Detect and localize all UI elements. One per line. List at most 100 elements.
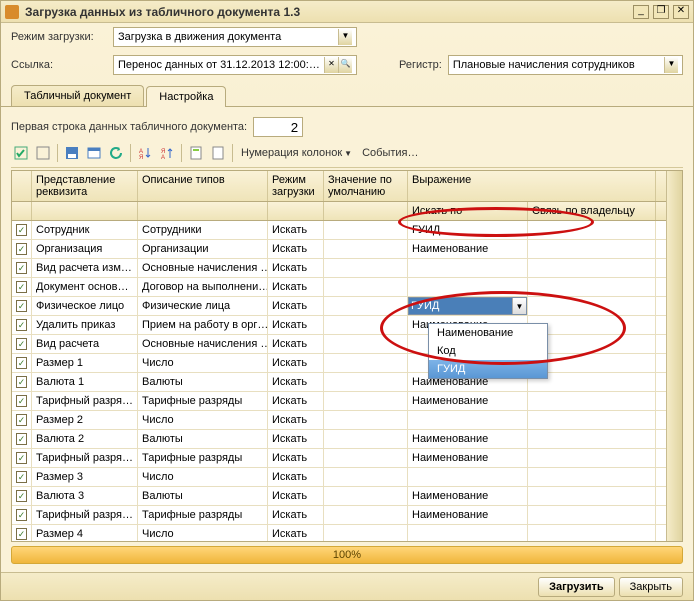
cell-types[interactable]: Тарифные разряды	[138, 392, 268, 410]
col-expr[interactable]: Выражение	[408, 171, 656, 201]
cell-repr[interactable]: Сотрудник	[32, 221, 138, 239]
cell-default[interactable]	[324, 278, 408, 296]
row-checkbox[interactable]: ✓	[12, 354, 32, 372]
column-numbering-dropdown[interactable]: Нумерация колонок▼	[237, 143, 356, 163]
mode-combo[interactable]: Загрузка в движения документа ▼	[113, 27, 357, 47]
cell-searchby[interactable]	[408, 525, 528, 541]
cell-mode[interactable]: Искать	[268, 316, 324, 334]
col-mode[interactable]: Режим загрузки	[268, 171, 324, 201]
cell-searchby[interactable]: Наименование	[408, 392, 528, 410]
col-types[interactable]: Описание типов	[138, 171, 268, 201]
cell-ownerlink[interactable]	[528, 449, 656, 467]
clear-icon[interactable]: ✕	[324, 57, 338, 73]
cell-ownerlink[interactable]	[528, 430, 656, 448]
cell-default[interactable]	[324, 316, 408, 334]
table-row[interactable]: ✓Тарифный разря…Тарифные разрядыИскатьНа…	[12, 392, 666, 411]
open-sheet-icon[interactable]	[84, 143, 104, 163]
cell-mode[interactable]: Искать	[268, 354, 324, 372]
cell-ownerlink[interactable]	[528, 240, 656, 258]
cell-searchby[interactable]	[408, 468, 528, 486]
firstrow-input[interactable]	[253, 117, 303, 137]
cell-mode[interactable]: Искать	[268, 373, 324, 391]
cell-mode[interactable]: Искать	[268, 468, 324, 486]
cell-types[interactable]: Договор на выполнени…	[138, 278, 268, 296]
table-row[interactable]: ✓Валюта 1ВалютыИскатьНаименование	[12, 373, 666, 392]
cell-mode[interactable]: Искать	[268, 335, 324, 353]
cell-ownerlink[interactable]	[528, 221, 656, 239]
cell-mode[interactable]: Искать	[268, 506, 324, 524]
cell-types[interactable]: Сотрудники	[138, 221, 268, 239]
cell-ownerlink[interactable]	[528, 259, 656, 277]
cell-searchby[interactable]: Наименование	[408, 487, 528, 505]
row-checkbox[interactable]: ✓	[12, 468, 32, 486]
cell-types[interactable]: Организации	[138, 240, 268, 258]
register-combo[interactable]: Плановые начисления сотрудников ▼	[448, 55, 683, 75]
tab-settings[interactable]: Настройка	[146, 86, 226, 107]
table-row[interactable]: ✓Валюта 3ВалютыИскатьНаименование	[12, 487, 666, 506]
cell-repr[interactable]: Тарифный разря…	[32, 392, 138, 410]
cell-default[interactable]	[324, 297, 408, 315]
table-row[interactable]: ✓Тарифный разря…Тарифные разрядыИскатьНа…	[12, 506, 666, 525]
cell-mode[interactable]: Искать	[268, 221, 324, 239]
cell-repr[interactable]: Размер 1	[32, 354, 138, 372]
cell-repr[interactable]: Вид расчета изм…	[32, 259, 138, 277]
cell-default[interactable]	[324, 430, 408, 448]
scrollbar-vertical[interactable]	[666, 171, 682, 541]
table-row[interactable]: ✓Удалить приказПрием на работу в орг…Иск…	[12, 316, 666, 335]
col-checkbox[interactable]	[12, 171, 32, 201]
cell-repr[interactable]: Документ основ…	[32, 278, 138, 296]
row-checkbox[interactable]: ✓	[12, 430, 32, 448]
table-row[interactable]: ✓Вид расчета изм…Основные начисления …Ис…	[12, 259, 666, 278]
cell-default[interactable]	[324, 411, 408, 429]
cell-types[interactable]: Тарифные разряды	[138, 506, 268, 524]
cell-mode[interactable]: Искать	[268, 297, 324, 315]
cell-searchby[interactable]: Наименование	[408, 240, 528, 258]
dropdown-option[interactable]: Код	[429, 342, 547, 360]
row-checkbox[interactable]: ✓	[12, 392, 32, 410]
cell-ownerlink[interactable]	[528, 468, 656, 486]
cell-repr[interactable]: Тарифный разря…	[32, 449, 138, 467]
uncheck-all-icon[interactable]	[33, 143, 53, 163]
cell-types[interactable]: Число	[138, 525, 268, 541]
cell-searchby[interactable]	[408, 411, 528, 429]
cell-default[interactable]	[324, 221, 408, 239]
dropdown-option[interactable]: Наименование	[429, 324, 547, 342]
cell-mode[interactable]: Искать	[268, 411, 324, 429]
sort-desc-icon[interactable]: ЯА	[157, 143, 177, 163]
cell-types[interactable]: Число	[138, 354, 268, 372]
row-checkbox[interactable]: ✓	[12, 411, 32, 429]
row-checkbox[interactable]: ✓	[12, 525, 32, 541]
cell-ownerlink[interactable]	[528, 297, 656, 315]
new-sheet-icon[interactable]	[186, 143, 206, 163]
cell-mode[interactable]: Искать	[268, 449, 324, 467]
table-row[interactable]: ✓Размер 3ЧислоИскать	[12, 468, 666, 487]
row-checkbox[interactable]: ✓	[12, 316, 32, 334]
row-checkbox[interactable]: ✓	[12, 240, 32, 258]
cell-repr[interactable]: Вид расчета	[32, 335, 138, 353]
cell-searchby[interactable]	[408, 278, 528, 296]
row-checkbox[interactable]: ✓	[12, 449, 32, 467]
cell-types[interactable]: Физические лица	[138, 297, 268, 315]
table-row[interactable]: ✓Вид расчетаОсновные начисления …Искать	[12, 335, 666, 354]
grid-body[interactable]: ✓СотрудникСотрудникиИскатьГУИД✓Организац…	[12, 221, 666, 541]
cell-mode[interactable]: Искать	[268, 278, 324, 296]
cell-ownerlink[interactable]	[528, 525, 656, 541]
refresh-icon[interactable]	[106, 143, 126, 163]
cell-repr[interactable]: Тарифный разря…	[32, 506, 138, 524]
row-checkbox[interactable]: ✓	[12, 221, 32, 239]
cell-ownerlink[interactable]	[528, 487, 656, 505]
cell-ownerlink[interactable]	[528, 411, 656, 429]
cell-default[interactable]	[324, 373, 408, 391]
cell-mode[interactable]: Искать	[268, 259, 324, 277]
cell-types[interactable]: Валюты	[138, 430, 268, 448]
cell-types[interactable]: Валюты	[138, 373, 268, 391]
cell-searchby[interactable]: Наименование	[408, 506, 528, 524]
cell-repr[interactable]: Организация	[32, 240, 138, 258]
table-row[interactable]: ✓СотрудникСотрудникиИскатьГУИД	[12, 221, 666, 240]
cell-default[interactable]	[324, 392, 408, 410]
minimize-button[interactable]: _	[633, 5, 649, 19]
cell-mode[interactable]: Искать	[268, 430, 324, 448]
cell-ownerlink[interactable]	[528, 278, 656, 296]
link-combo[interactable]: Перенос данных от 31.12.2013 12:00:0… ✕ …	[113, 55, 357, 75]
cell-repr[interactable]: Физическое лицо	[32, 297, 138, 315]
